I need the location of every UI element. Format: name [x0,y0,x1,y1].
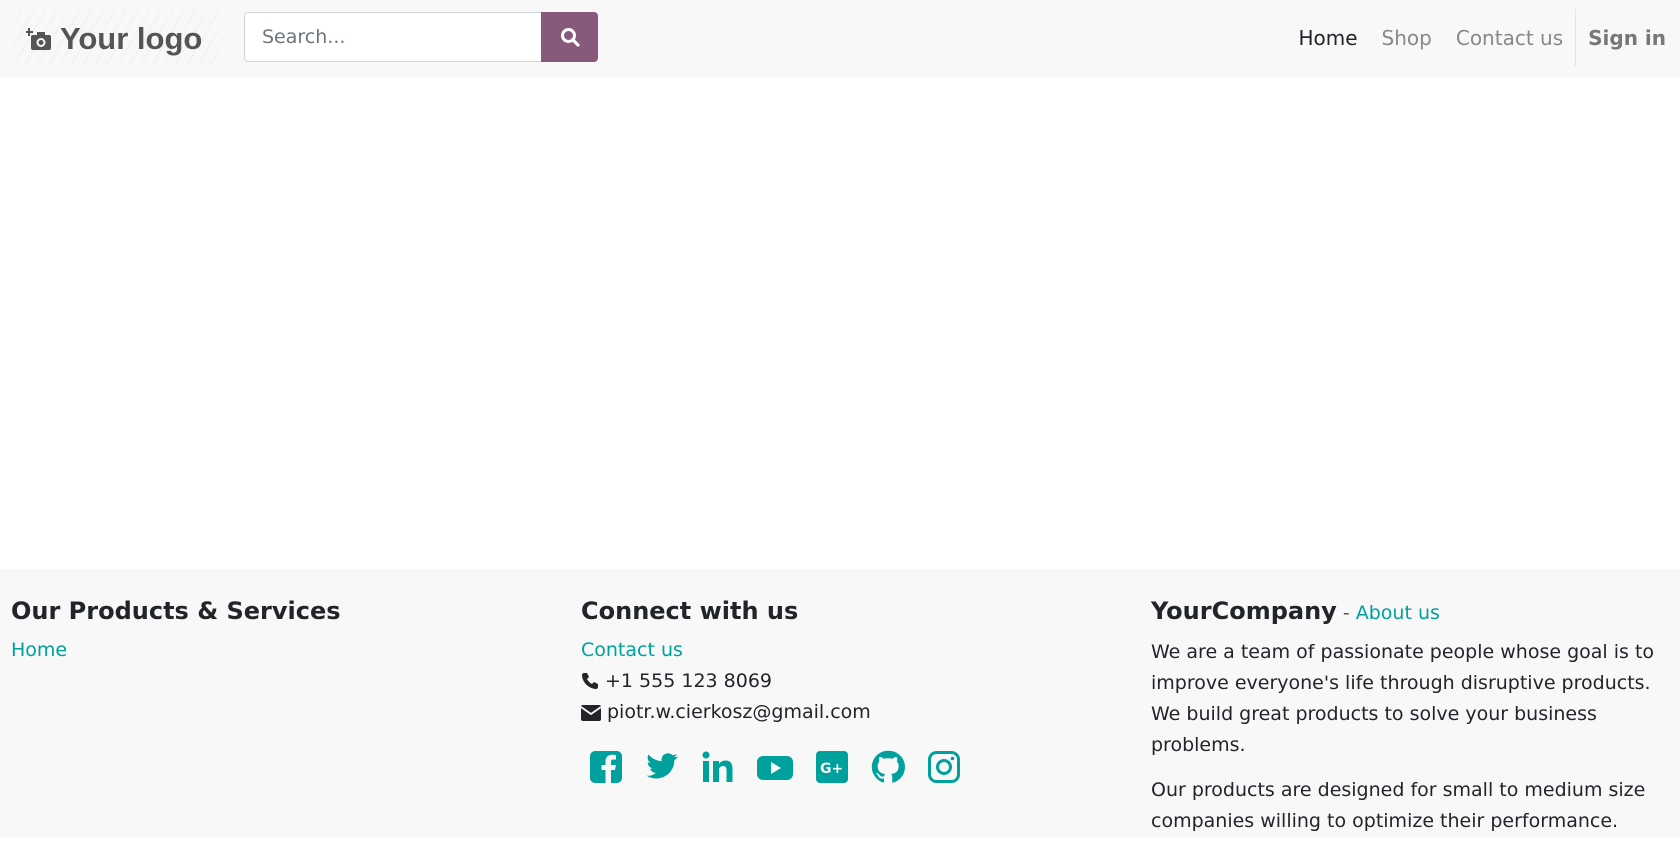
youtube-icon[interactable] [757,750,793,784]
search-input[interactable] [244,12,541,62]
search-icon [560,28,580,47]
svg-text:G+: G+ [820,761,843,777]
envelope-icon [581,705,601,721]
about-us-link[interactable]: About us [1356,602,1440,624]
company-description: Our products are designed for small to m… [1151,779,1646,832]
top-navbar: Your logo Home Shop Contact us Sign in [0,0,1680,77]
phone-icon [582,673,598,689]
footer-contact-link[interactable]: Contact us [581,639,683,661]
logo[interactable]: Your logo [14,10,220,67]
footer-heading: YourCompany - About us [1151,593,1671,631]
linkedin-icon[interactable] [701,750,735,784]
footer-company-column: YourCompany - About us We are a team of … [1151,593,1671,851]
google-plus-icon[interactable]: G+ [815,750,849,784]
nav-home[interactable]: Home [1298,26,1357,50]
search-form [244,12,598,62]
footer-link-home[interactable]: Home [11,639,67,661]
sign-in-link[interactable]: Sign in [1588,26,1666,50]
phone-number: +1 555 123 8069 [605,670,773,692]
company-description: We are a team of passionate people whose… [1151,641,1655,756]
phone-row: +1 555 123 8069 [581,666,983,697]
footer-heading: Connect with us [581,597,799,625]
email-row: piotr.w.cierkosz@gmail.com [581,697,983,728]
facebook-icon[interactable] [589,750,623,784]
twitter-icon[interactable] [645,750,679,784]
nav-divider [1575,9,1577,66]
footer: Our Products & Services Home Connect wit… [0,569,1680,838]
social-links: G+ [589,750,983,784]
search-button[interactable] [541,12,598,62]
nav-contact-us[interactable]: Contact us [1456,26,1563,50]
company-name: YourCompany [1151,597,1337,625]
camera-plus-icon [26,27,51,50]
footer-heading: Our Products & Services [11,597,341,625]
footer-connect-column: Connect with us Contact us +1 555 123 80… [581,593,983,784]
nav-shop[interactable]: Shop [1382,26,1432,50]
main-nav: Home Shop Contact us Sign in [1274,9,1666,66]
footer-products-column: Our Products & Services Home [11,593,341,666]
heading-separator: - [1336,602,1356,624]
github-icon[interactable] [871,750,905,784]
email-address: piotr.w.cierkosz@gmail.com [607,701,871,723]
instagram-icon[interactable] [927,750,961,784]
logo-text: Your logo [60,20,203,56]
